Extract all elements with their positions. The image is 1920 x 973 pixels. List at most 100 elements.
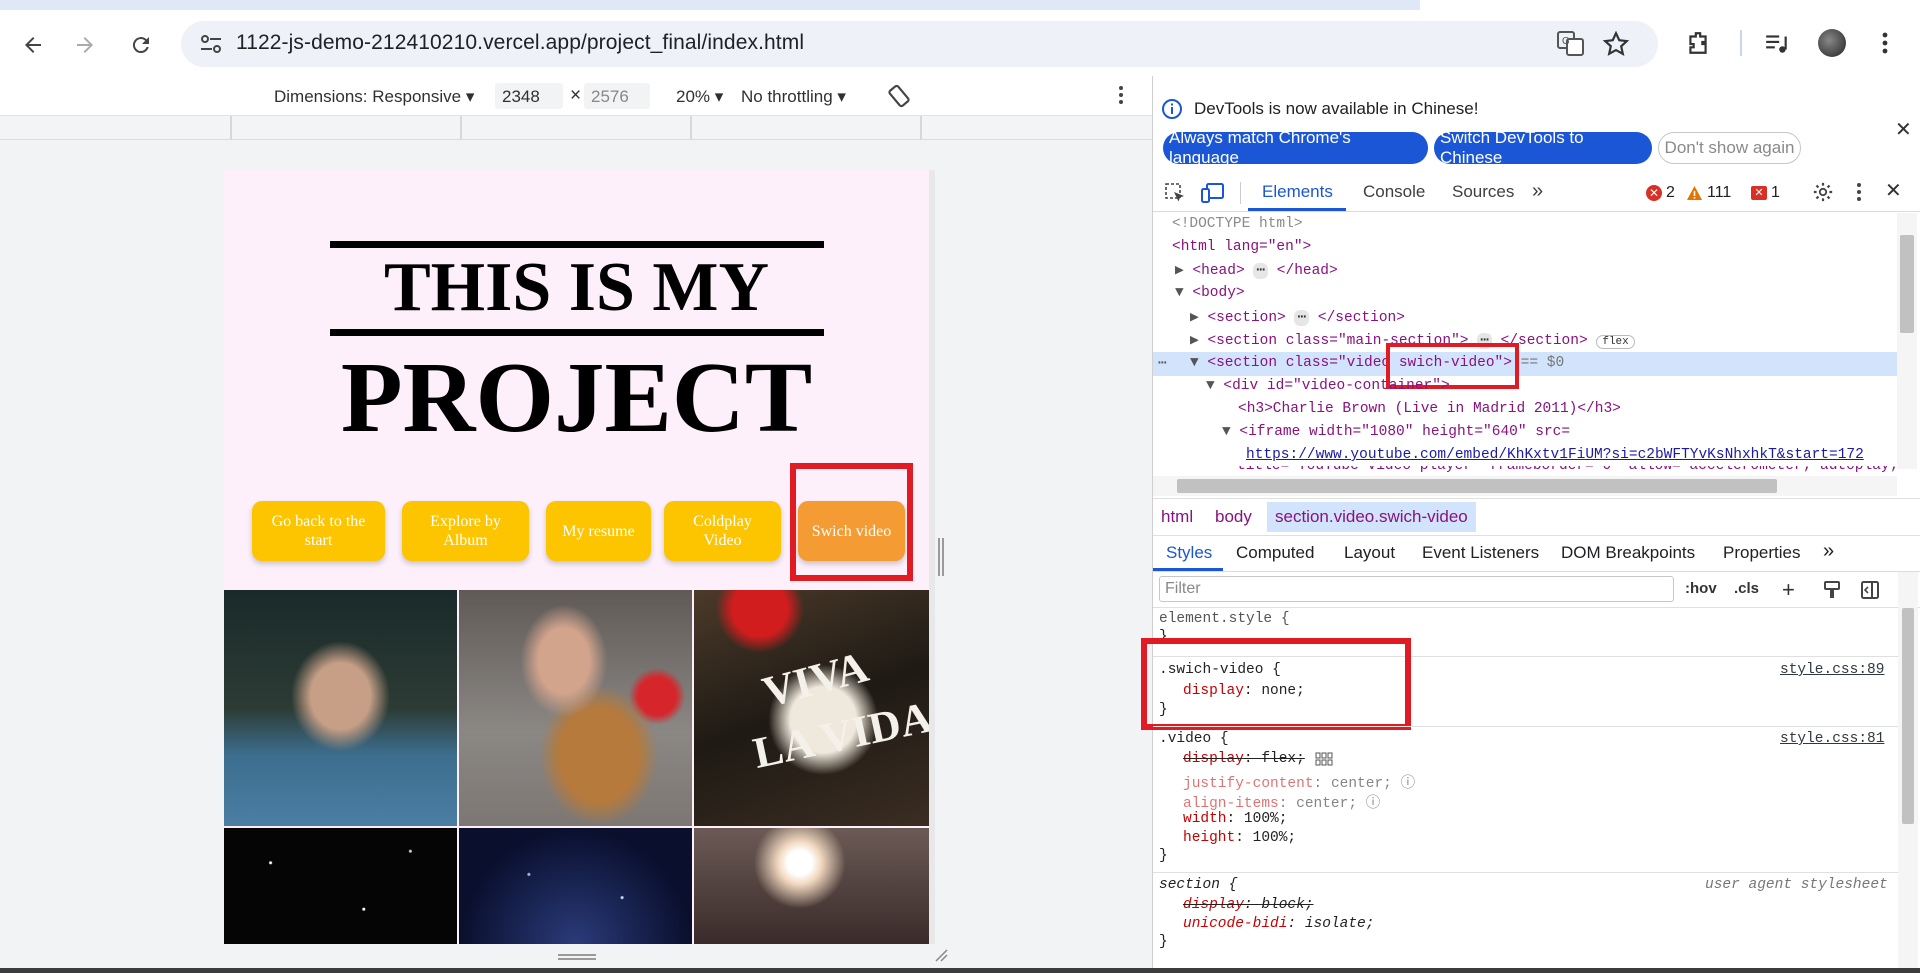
dom-h3-row[interactable]: <h3>Charlie Brown (Live in Madrid 2011)<…	[1238, 401, 1621, 417]
forward-icon[interactable]	[70, 30, 100, 60]
dom-body-row[interactable]: ▼ <body>	[1175, 285, 1245, 301]
video-source-link[interactable]: style.css:81	[1780, 731, 1884, 747]
styles-vscrollbar[interactable]	[1898, 572, 1918, 968]
dom-vscrollbar[interactable]	[1897, 213, 1917, 469]
resize-corner-icon[interactable]	[934, 948, 948, 967]
styles-filter-input[interactable]: Filter	[1159, 576, 1674, 602]
device-more-icon[interactable]	[1118, 85, 1124, 110]
resize-handle-bottom[interactable]	[558, 954, 596, 960]
info-icon	[1161, 98, 1183, 125]
device-toggle-icon[interactable]	[1201, 182, 1225, 209]
dom-cutoff-row: title="YouTube video player" frameborder…	[1237, 466, 1895, 474]
swich-video-source-link[interactable]: style.css:89	[1780, 662, 1884, 678]
video-prop-justify[interactable]: justify-content: center; ⓘ	[1183, 771, 1415, 792]
coldplay-video-button[interactable]: Coldplay Video	[664, 501, 781, 561]
extensions-icon[interactable]	[1683, 28, 1713, 58]
paint-brush-icon[interactable]	[1823, 580, 1841, 605]
throttling-select[interactable]: No throttling ▾	[741, 87, 846, 107]
url-text: 1122-js-demo-212410210.vercel.app/projec…	[236, 31, 805, 54]
subtab-computed[interactable]: Computed	[1236, 543, 1314, 563]
media-query-ruler[interactable]	[0, 116, 1152, 140]
dom-doctype: <!DOCTYPE html>	[1172, 216, 1303, 232]
resume-button[interactable]: My resume	[546, 501, 651, 561]
toolbar-divider	[1740, 30, 1742, 56]
user-agent-label: user agent stylesheet	[1705, 877, 1888, 893]
video-prop-display[interactable]: display: flex;	[1183, 751, 1305, 767]
title-line1: THIS IS MY	[383, 249, 770, 326]
subtab-properties[interactable]: Properties	[1723, 543, 1800, 563]
settings-gear-icon[interactable]	[1812, 181, 1834, 208]
divider	[1153, 872, 1898, 873]
sidebar-toggle-icon[interactable]	[1860, 580, 1880, 605]
close-devtools-icon[interactable]: ✕	[1885, 178, 1902, 203]
dom-div-row[interactable]: ▼ <div id="video-container">	[1206, 378, 1450, 394]
flex-editor-icon[interactable]	[1315, 752, 1333, 771]
dont-show-button[interactable]: Don't show again	[1658, 132, 1801, 164]
tab-sources[interactable]: Sources	[1452, 182, 1514, 202]
page-scrollbar[interactable]	[929, 170, 935, 944]
close-notice-icon[interactable]: ✕	[1895, 117, 1912, 142]
photo-stars-1	[224, 828, 457, 944]
resize-handle-right[interactable]	[938, 538, 944, 576]
subtab-layout[interactable]: Layout	[1344, 543, 1395, 563]
emulated-page: THIS IS MY PROJECT Go back to the start …	[224, 170, 929, 944]
devtools-more-icon[interactable]	[1856, 182, 1862, 207]
new-rule-icon[interactable]: +	[1782, 577, 1795, 603]
menu-kebab-icon[interactable]	[1870, 28, 1900, 58]
breadcrumb-section[interactable]: section.video.swich-video	[1267, 502, 1476, 532]
tab-elements[interactable]: Elements	[1262, 182, 1333, 202]
dom-hscrollbar[interactable]	[1153, 476, 1897, 496]
device-toolbar: Dimensions: Responsive ▾ 2348 × 2576 20%…	[0, 76, 1152, 116]
warning-counter[interactable]: 111	[1686, 184, 1731, 202]
subtab-more-icon[interactable]: »	[1823, 540, 1834, 563]
dom-html[interactable]: <html lang="en">	[1172, 239, 1311, 255]
video-prop-width[interactable]: width: 100%;	[1183, 811, 1287, 827]
language-notice: DevTools is now available in Chinese!	[1194, 99, 1479, 118]
zoom-select[interactable]: 20% ▾	[676, 87, 723, 107]
bottom-edge	[0, 968, 1920, 973]
breadcrumb-html[interactable]: html	[1161, 507, 1193, 527]
subtab-event-listeners[interactable]: Event Listeners	[1422, 543, 1539, 563]
photo-concert-light	[694, 828, 929, 944]
breadcrumb-body[interactable]: body	[1215, 507, 1252, 527]
issues-counter[interactable]: ✕ 1	[1751, 184, 1780, 202]
subtab-active-indicator	[1153, 568, 1223, 571]
site-settings-icon[interactable]	[199, 33, 223, 60]
video-prop-height[interactable]: height: 100%;	[1183, 830, 1296, 846]
divider	[1153, 726, 1898, 727]
section-prop-display: display: block;	[1183, 897, 1314, 913]
video-selector[interactable]: .video {	[1159, 731, 1229, 747]
video-prop-align[interactable]: align-items: center; ⓘ	[1183, 791, 1380, 812]
switch-chinese-button[interactable]: Switch DevTools to Chinese	[1434, 128, 1652, 167]
dom-head-row[interactable]: ▶ <head> ⋯ </head>	[1175, 262, 1338, 279]
error-counter[interactable]: ✕ 2	[1646, 184, 1675, 202]
photo-stars-2	[459, 828, 692, 944]
dimensions-select[interactable]: Dimensions: Responsive ▾	[274, 87, 474, 107]
subtab-dom-breakpoints[interactable]: DOM Breakpoints	[1561, 543, 1695, 563]
media-control-icon[interactable]	[1762, 28, 1792, 58]
go-back-button[interactable]: Go back to the start	[252, 501, 385, 561]
translate-icon[interactable]: G	[1557, 31, 1585, 62]
photo-singer-guitar	[459, 590, 692, 826]
inspect-element-icon[interactable]	[1164, 182, 1186, 209]
rotate-icon[interactable]	[886, 83, 912, 114]
tab-console[interactable]: Console	[1363, 182, 1425, 202]
dom-iframe-row[interactable]: ▼ <iframe width="1080" height="640" src=	[1222, 424, 1570, 440]
bookmark-star-icon[interactable]	[1602, 30, 1630, 62]
dom-section1-row[interactable]: ▶ <section> ⋯ </section>	[1190, 309, 1405, 326]
height-input[interactable]: 2576	[584, 83, 650, 109]
reload-icon[interactable]	[126, 30, 156, 60]
section-selector: section {	[1159, 877, 1238, 893]
always-match-button[interactable]: Always match Chrome's language	[1163, 128, 1428, 167]
back-icon[interactable]	[18, 30, 48, 60]
avatar[interactable]	[1817, 28, 1847, 58]
hov-toggle[interactable]: :hov	[1685, 580, 1717, 597]
dom-row-dots[interactable]: ⋯	[1158, 355, 1167, 372]
iframe-src-link[interactable]: https://www.youtube.com/embed/KhKxtv1FiU…	[1246, 447, 1864, 463]
more-tabs-icon[interactable]: »	[1532, 180, 1543, 203]
subtab-styles[interactable]: Styles	[1166, 543, 1212, 563]
explore-album-button[interactable]: Explore by Album	[402, 501, 529, 561]
title-rule-bottom	[330, 329, 824, 336]
cls-toggle[interactable]: .cls	[1734, 580, 1759, 597]
width-input[interactable]: 2348	[495, 83, 563, 109]
